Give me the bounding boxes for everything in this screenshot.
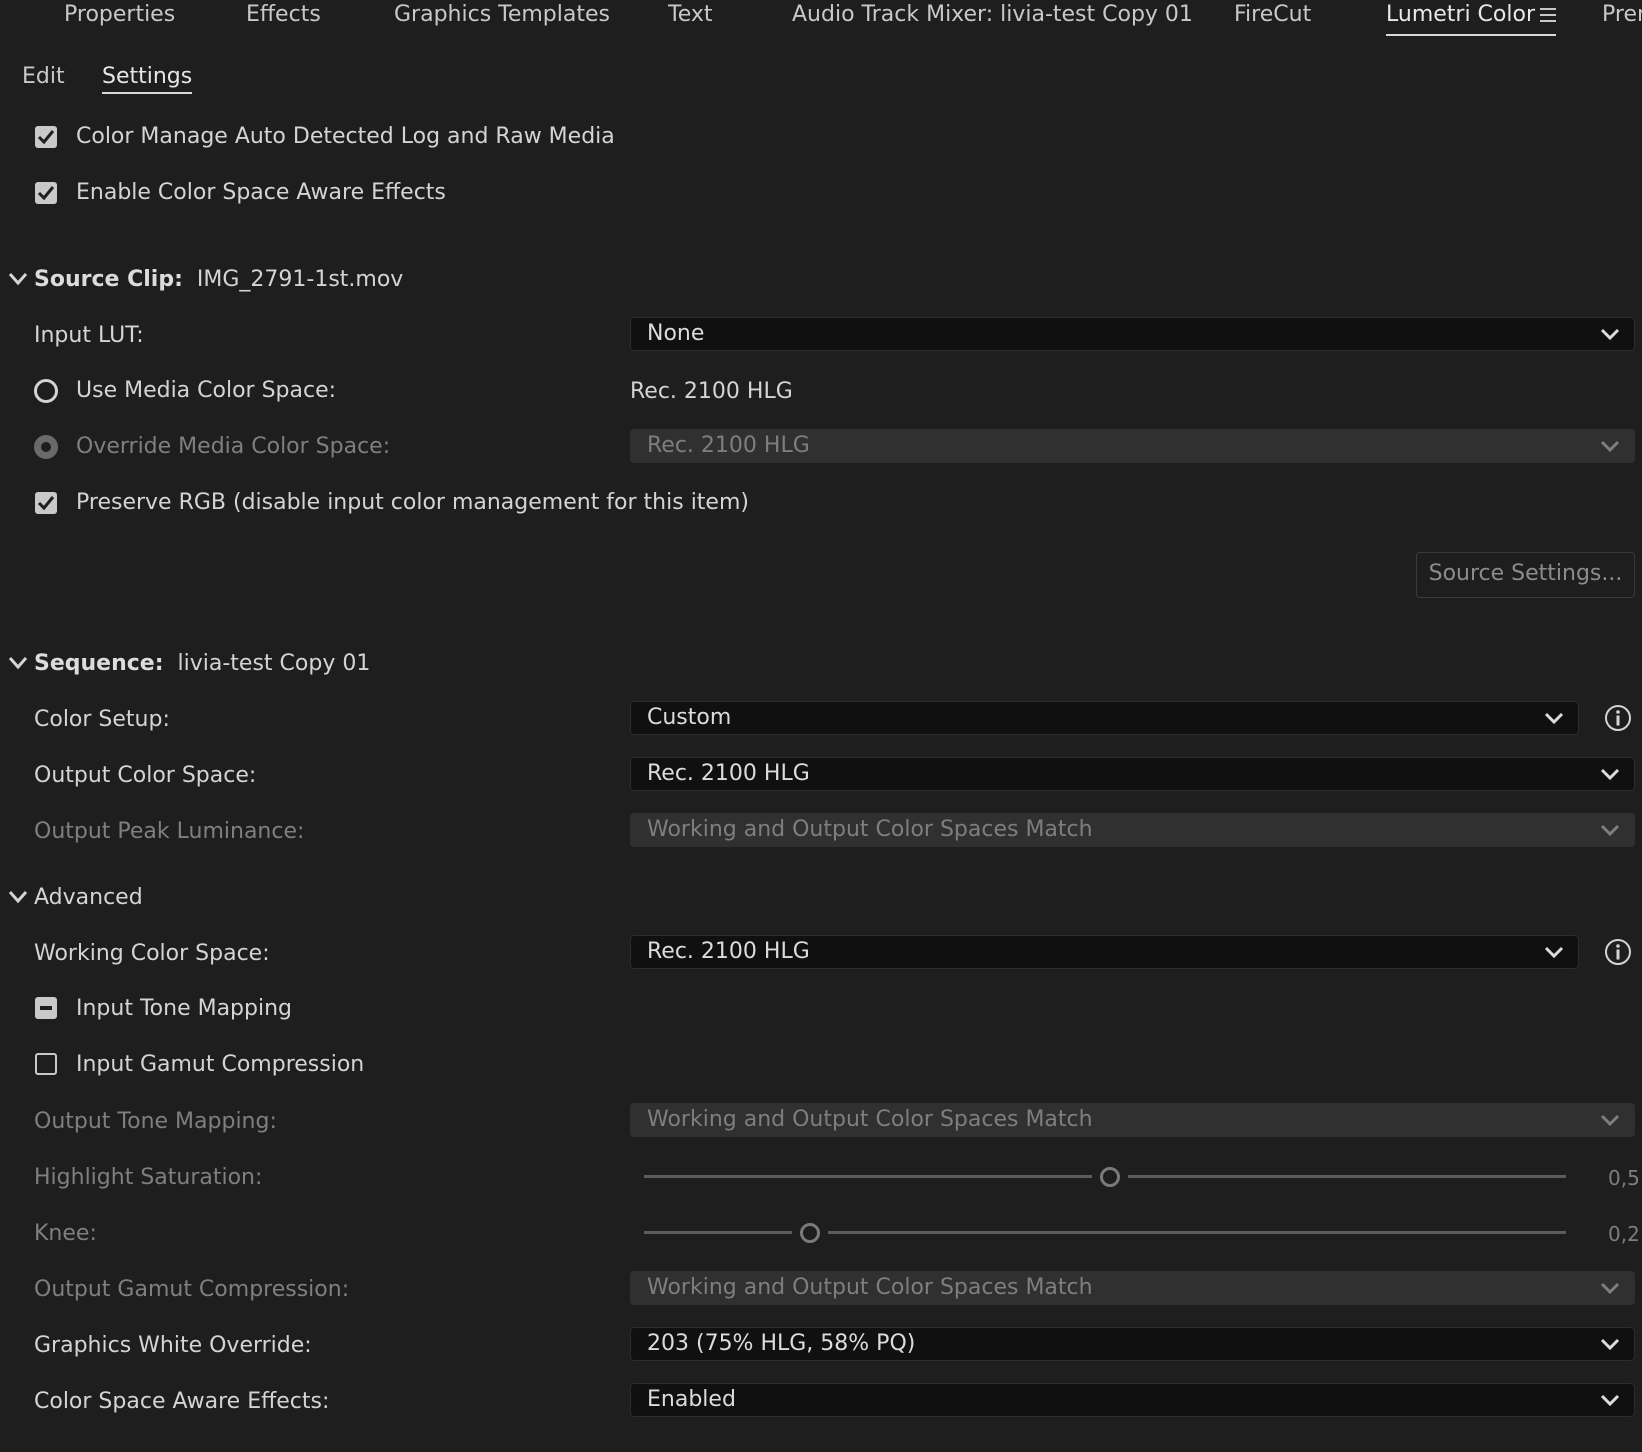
chevron-down-icon[interactable] — [8, 890, 28, 904]
chevron-down-icon — [1544, 712, 1564, 724]
override-media-color-space-radio[interactable] — [34, 435, 58, 459]
output-color-space-value: Rec. 2100 HLG — [647, 761, 810, 786]
color-manage-label: Color Manage Auto Detected Log and Raw M… — [76, 124, 615, 149]
color-setup-label: Color Setup: — [34, 707, 170, 732]
graphics-white-override-dropdown[interactable]: 203 (75% HLG, 58% PQ) — [630, 1327, 1635, 1361]
highlight-saturation-label: Highlight Saturation: — [34, 1165, 263, 1190]
output-color-space-dropdown[interactable]: Rec. 2100 HLG — [630, 757, 1635, 791]
knee-track-left[interactable] — [644, 1231, 792, 1234]
override-media-color-space-dropdown[interactable]: Rec. 2100 HLG — [630, 429, 1635, 463]
checkmark-icon — [37, 130, 55, 145]
highlight-saturation-value[interactable]: 0,5 — [1608, 1163, 1640, 1193]
output-tone-mapping-dropdown[interactable]: Working and Output Color Spaces Match — [630, 1103, 1635, 1137]
color-space-aware-effects-label: Color Space Aware Effects: — [34, 1389, 330, 1414]
chevron-down-icon — [1600, 824, 1620, 836]
output-gamut-compression-dropdown[interactable]: Working and Output Color Spaces Match — [630, 1271, 1635, 1305]
working-color-space-value: Rec. 2100 HLG — [647, 939, 810, 964]
chevron-down-icon — [1600, 1394, 1620, 1406]
color-setup-value: Custom — [647, 705, 732, 730]
highlight-saturation-track-right[interactable] — [1128, 1175, 1566, 1178]
output-gamut-compression-label: Output Gamut Compression: — [34, 1277, 350, 1302]
tab-graphics-templates[interactable]: Graphics Templates — [394, 0, 610, 36]
source-clip-heading: Source Clip: IMG_2791-1st.mov — [34, 265, 403, 295]
tab-audio-track-mixer[interactable]: Audio Track Mixer: livia-test Copy 01 — [792, 0, 1193, 36]
sequence-name: livia-test Copy 01 — [177, 651, 371, 676]
use-media-color-space-value: Rec. 2100 HLG — [630, 379, 793, 404]
override-media-color-space-value: Rec. 2100 HLG — [647, 433, 810, 458]
output-tone-mapping-value: Working and Output Color Spaces Match — [647, 1107, 1093, 1132]
checkmark-icon — [37, 186, 55, 201]
color-space-aware-effects-dropdown[interactable]: Enabled — [630, 1383, 1635, 1417]
subtab-settings[interactable]: Settings — [102, 62, 193, 94]
color-space-aware-checkbox[interactable] — [35, 182, 57, 204]
color-setup-dropdown[interactable]: Custom — [630, 701, 1579, 735]
input-tone-mapping-checkbox[interactable] — [35, 997, 57, 1019]
output-peak-luminance-value: Working and Output Color Spaces Match — [647, 817, 1093, 842]
chevron-down-icon[interactable] — [8, 656, 28, 670]
tab-lumetri-color[interactable]: Lumetri Color — [1386, 0, 1556, 36]
preserve-rgb-label: Preserve RGB (disable input color manage… — [76, 490, 749, 515]
chevron-down-icon — [1600, 1282, 1620, 1294]
checkmark-icon — [37, 496, 55, 511]
output-tone-mapping-label: Output Tone Mapping: — [34, 1109, 277, 1134]
graphics-white-override-label: Graphics White Override: — [34, 1333, 312, 1358]
chevron-down-icon — [1544, 946, 1564, 958]
knee-thumb[interactable] — [800, 1223, 820, 1243]
output-peak-luminance-dropdown[interactable]: Working and Output Color Spaces Match — [630, 813, 1635, 847]
use-media-color-space-label: Use Media Color Space: — [76, 378, 337, 403]
chevron-down-icon — [1600, 768, 1620, 780]
chevron-down-icon — [1600, 1338, 1620, 1350]
knee-label: Knee: — [34, 1221, 97, 1246]
tab-text[interactable]: Text — [668, 0, 713, 36]
input-lut-label: Input LUT: — [34, 323, 144, 348]
tab-effects[interactable]: Effects — [246, 0, 321, 36]
color-space-aware-effects-value: Enabled — [647, 1387, 736, 1412]
hamburger-menu-icon[interactable] — [1540, 8, 1556, 22]
knee-value[interactable]: 0,2 — [1608, 1219, 1640, 1249]
chevron-down-icon[interactable] — [8, 272, 28, 286]
tab-premiere-truncated[interactable]: Prer — [1602, 0, 1642, 36]
tab-firecut[interactable]: FireCut — [1234, 0, 1311, 36]
knee-track-right[interactable] — [828, 1231, 1566, 1234]
use-media-color-space-radio[interactable] — [34, 379, 58, 403]
highlight-saturation-thumb[interactable] — [1100, 1167, 1120, 1187]
chevron-down-icon — [1600, 440, 1620, 452]
advanced-heading: Advanced — [34, 885, 143, 910]
color-manage-checkbox[interactable] — [35, 126, 57, 148]
override-media-color-space-label: Override Media Color Space: — [76, 434, 391, 459]
working-color-space-dropdown[interactable]: Rec. 2100 HLG — [630, 935, 1579, 969]
highlight-saturation-track-left[interactable] — [644, 1175, 1092, 1178]
sequence-title: Sequence: — [34, 651, 164, 676]
input-tone-mapping-label: Input Tone Mapping — [76, 996, 293, 1021]
preserve-rgb-checkbox[interactable] — [35, 492, 57, 514]
source-settings-button[interactable]: Source Settings... — [1416, 552, 1635, 598]
sequence-heading: Sequence: livia-test Copy 01 — [34, 649, 370, 679]
output-color-space-label: Output Color Space: — [34, 763, 257, 788]
source-clip-title: Source Clip: — [34, 267, 183, 292]
input-gamut-compression-label: Input Gamut Compression — [76, 1052, 365, 1077]
working-color-space-label: Working Color Space: — [34, 941, 270, 966]
output-peak-luminance-label: Output Peak Luminance: — [34, 819, 305, 844]
info-icon[interactable] — [1604, 938, 1632, 966]
graphics-white-override-value: 203 (75% HLG, 58% PQ) — [647, 1331, 916, 1356]
tab-properties[interactable]: Properties — [64, 0, 175, 36]
chevron-down-icon — [1600, 328, 1620, 340]
source-clip-name: IMG_2791-1st.mov — [196, 267, 404, 292]
color-space-aware-label: Enable Color Space Aware Effects — [76, 180, 446, 205]
info-icon[interactable] — [1604, 704, 1632, 732]
chevron-down-icon — [1600, 1114, 1620, 1126]
subtab-edit[interactable]: Edit — [22, 62, 65, 92]
tab-lumetri-color-label: Lumetri Color — [1386, 2, 1535, 27]
input-lut-dropdown[interactable]: None — [630, 317, 1635, 351]
input-lut-value: None — [647, 321, 705, 346]
output-gamut-compression-value: Working and Output Color Spaces Match — [647, 1275, 1093, 1300]
input-gamut-compression-checkbox[interactable] — [35, 1053, 57, 1075]
